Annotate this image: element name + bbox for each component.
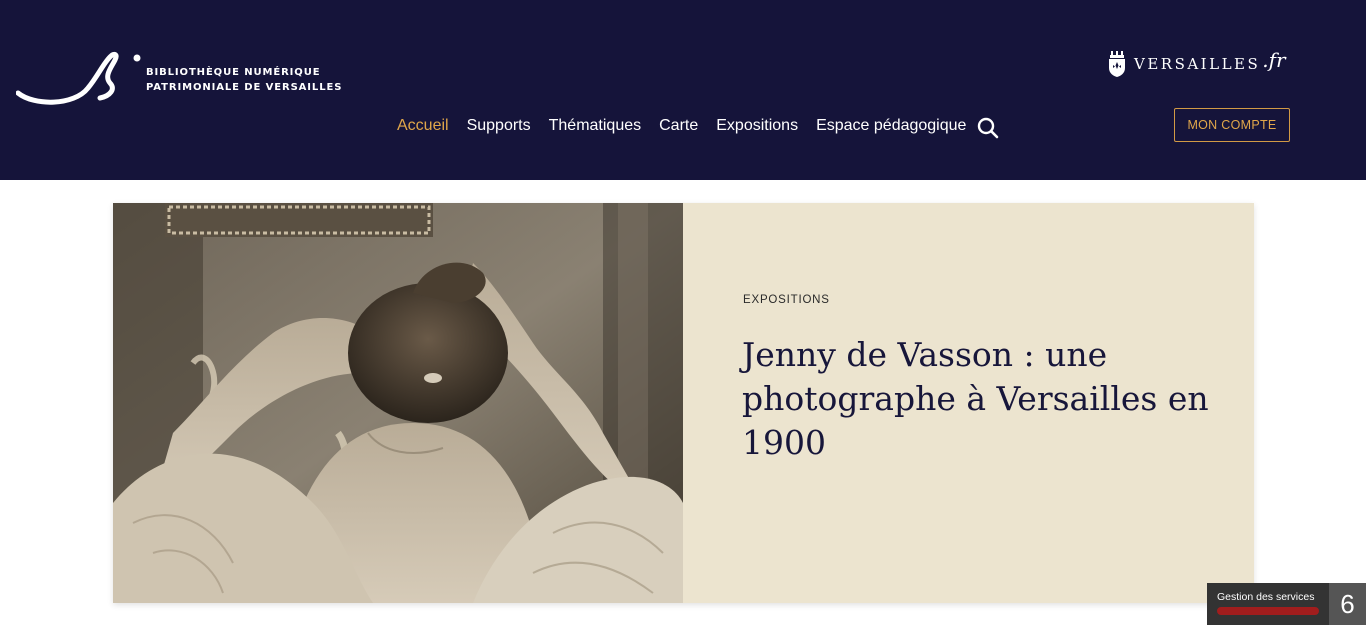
cookie-manager-label: Gestion des services	[1217, 591, 1315, 603]
site-logo[interactable]: BIBLIOTHÈQUE NUMÉRIQUE PATRIMONIALE DE V…	[16, 48, 346, 110]
nav-espace-pedagogique[interactable]: Espace pédagogique	[816, 117, 966, 135]
nav-accueil[interactable]: Accueil	[397, 117, 449, 135]
hero-category: EXPOSITIONS	[743, 294, 830, 306]
site-header: BIBLIOTHÈQUE NUMÉRIQUE PATRIMONIALE DE V…	[0, 0, 1366, 180]
account-button[interactable]: MON COMPTE	[1174, 108, 1290, 142]
hero-title[interactable]: Jenny de Vasson : une photographe à Vers…	[742, 333, 1212, 465]
logo-mark-icon	[16, 51, 141, 105]
cookie-manager-widget[interactable]: Gestion des services 6	[1207, 583, 1366, 625]
versailles-suffix: .fr	[1262, 48, 1286, 72]
cookie-manager-bar	[1217, 607, 1319, 615]
hero-photo	[113, 203, 683, 603]
logo-line-2: PATRIMONIALE DE VERSAILLES	[146, 82, 343, 93]
logo-text: BIBLIOTHÈQUE NUMÉRIQUE PATRIMONIALE DE V…	[146, 65, 342, 95]
nav-expositions[interactable]: Expositions	[716, 117, 798, 135]
hero-text-panel: EXPOSITIONS Jenny de Vasson : une photog…	[683, 203, 1254, 603]
crest-icon	[1109, 51, 1125, 77]
versailles-fr-logo[interactable]: VERSAILLES .fr	[1108, 48, 1286, 78]
cookie-manager-count: 6	[1329, 583, 1366, 625]
nav-carte[interactable]: Carte	[659, 117, 698, 135]
versailles-name: VERSAILLES	[1134, 55, 1261, 73]
nav-supports[interactable]: Supports	[467, 117, 531, 135]
nav-thematiques[interactable]: Thématiques	[549, 117, 642, 135]
logo-line-1: BIBLIOTHÈQUE NUMÉRIQUE	[146, 67, 321, 78]
main-nav: Accueil Supports Thématiques Carte Expos…	[388, 114, 975, 138]
hero-card[interactable]: EXPOSITIONS Jenny de Vasson : une photog…	[113, 203, 1254, 603]
search-icon[interactable]	[976, 116, 1000, 140]
